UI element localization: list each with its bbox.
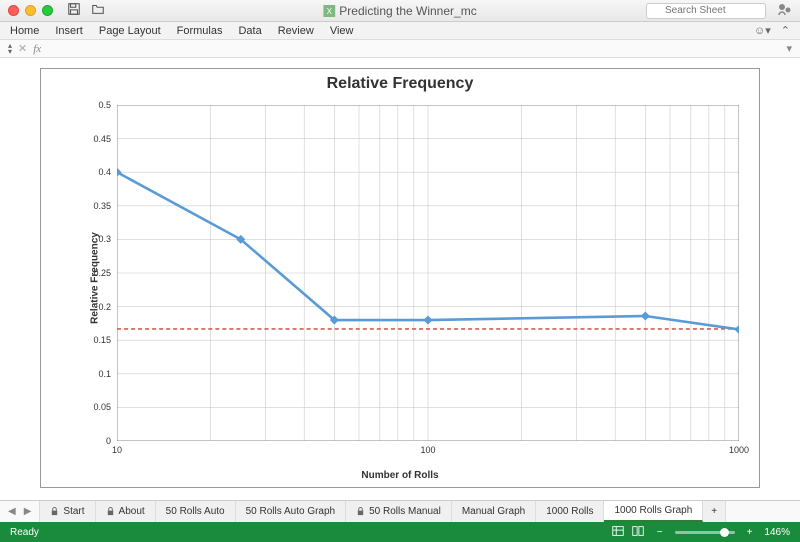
fx-icon[interactable]: fx [33,43,41,55]
sheet-tab-50-rolls-auto-graph[interactable]: 50 Rolls Auto Graph [236,501,347,522]
y-tick: 0.45 [93,134,111,144]
status-bar: Ready − + 146% [0,522,800,542]
y-tick: 0.25 [93,268,111,278]
sheet-tab-50-rolls-auto[interactable]: 50 Rolls Auto [156,501,236,522]
ribbon: Home Insert Page Layout Formulas Data Re… [0,22,800,40]
sheet-tab-1000-rolls-graph[interactable]: 1000 Rolls Graph [604,501,703,522]
y-tick: 0.15 [93,335,111,345]
status-text: Ready [10,527,39,538]
sheet-canvas: Relative Frequency Relative Frequency Nu… [0,58,800,500]
plot-svg [117,105,739,441]
sheet-tab-about[interactable]: About [96,501,156,522]
y-tick: 0.3 [98,234,111,244]
prev-sheet-button[interactable]: ◀ [8,506,16,517]
x-axis-label: Number of Rolls [361,470,438,481]
x-tick: 100 [420,445,435,455]
ribbon-tab-formulas[interactable]: Formulas [177,25,223,37]
page-layout-view-icon[interactable] [631,524,645,541]
lock-icon [106,507,115,516]
y-tick: 0 [106,436,111,446]
zoom-in-button[interactable]: + [747,527,753,538]
add-sheet-button[interactable]: + [703,501,726,522]
y-tick: 0.4 [98,167,111,177]
y-tick: 0.2 [98,302,111,312]
ribbon-tab-view[interactable]: View [330,25,354,37]
lock-icon [356,507,365,516]
y-tick: 0.05 [93,402,111,412]
zoom-out-button[interactable]: − [657,527,663,538]
sheet-tab-label: 50 Rolls Manual [369,506,441,517]
next-sheet-button[interactable]: ▶ [24,506,32,517]
y-tick: 0.35 [93,201,111,211]
zoom-level[interactable]: 146% [764,527,790,538]
zoom-window-button[interactable] [42,5,53,16]
ribbon-tab-insert[interactable]: Insert [55,25,83,37]
x-tick: 10 [112,445,122,455]
search-sheet[interactable] [646,3,766,19]
x-tick: 1000 [729,445,749,455]
sheet-tab-label: 50 Rolls Auto Graph [246,506,336,517]
search-input[interactable] [646,3,766,19]
close-window-button[interactable] [8,5,19,16]
smiley-icon[interactable]: ☺▾ [754,24,771,37]
ribbon-tab-page-layout[interactable]: Page Layout [99,25,161,37]
zoom-slider[interactable] [675,531,735,534]
normal-view-icon[interactable] [611,524,625,541]
sheet-tab-label: About [119,506,145,517]
cancel-formula-icon[interactable]: ✕ [18,42,27,55]
sheet-tab-label: 50 Rolls Auto [166,506,225,517]
excel-doc-icon: X [323,5,335,17]
sheet-tab-50-rolls-manual[interactable]: 50 Rolls Manual [346,501,452,522]
sheet-tab-manual-graph[interactable]: Manual Graph [452,501,536,522]
sheet-tab-start[interactable]: Start [40,501,95,522]
y-tick: 0.1 [98,369,111,379]
sheet-tab-label: 1000 Rolls Graph [614,505,692,516]
sheet-tab-bar: ◀ ▶ Start About 50 Rolls Auto 50 Rolls Auto… [0,500,800,522]
ribbon-tab-home[interactable]: Home [10,25,39,37]
sheet-tab-label: Manual Graph [462,506,525,517]
expand-formula-bar-icon[interactable]: ▾ [786,42,792,55]
svg-text:X: X [327,7,333,16]
sheet-tab-label: Start [63,506,84,517]
y-tick: 0.5 [98,100,111,110]
lock-icon [50,507,59,516]
share-icon[interactable] [776,1,792,20]
open-icon[interactable] [91,2,105,19]
sheet-tab-label: 1000 Rolls [546,506,593,517]
save-icon[interactable] [67,2,81,19]
collapse-ribbon-icon[interactable]: ⌃ [781,24,790,37]
minimize-window-button[interactable] [25,5,36,16]
chart[interactable]: Relative Frequency Relative Frequency Nu… [40,68,760,488]
formula-bar: ▴▾ ✕ fx ▾ [0,40,800,58]
plot-area: 00.050.10.150.20.250.30.350.40.450.5 101… [117,105,739,441]
titlebar: X Predicting the Winner_mc [0,0,800,22]
name-box-dropdown[interactable]: ▴▾ [8,43,12,55]
document-title: X Predicting the Winner_mc [323,4,476,18]
quick-access [67,2,105,19]
window-controls [8,5,53,16]
ribbon-tab-review[interactable]: Review [278,25,314,37]
sheet-tab-1000-rolls[interactable]: 1000 Rolls [536,501,604,522]
ribbon-tab-data[interactable]: Data [238,25,261,37]
chart-title: Relative Frequency [41,75,759,93]
